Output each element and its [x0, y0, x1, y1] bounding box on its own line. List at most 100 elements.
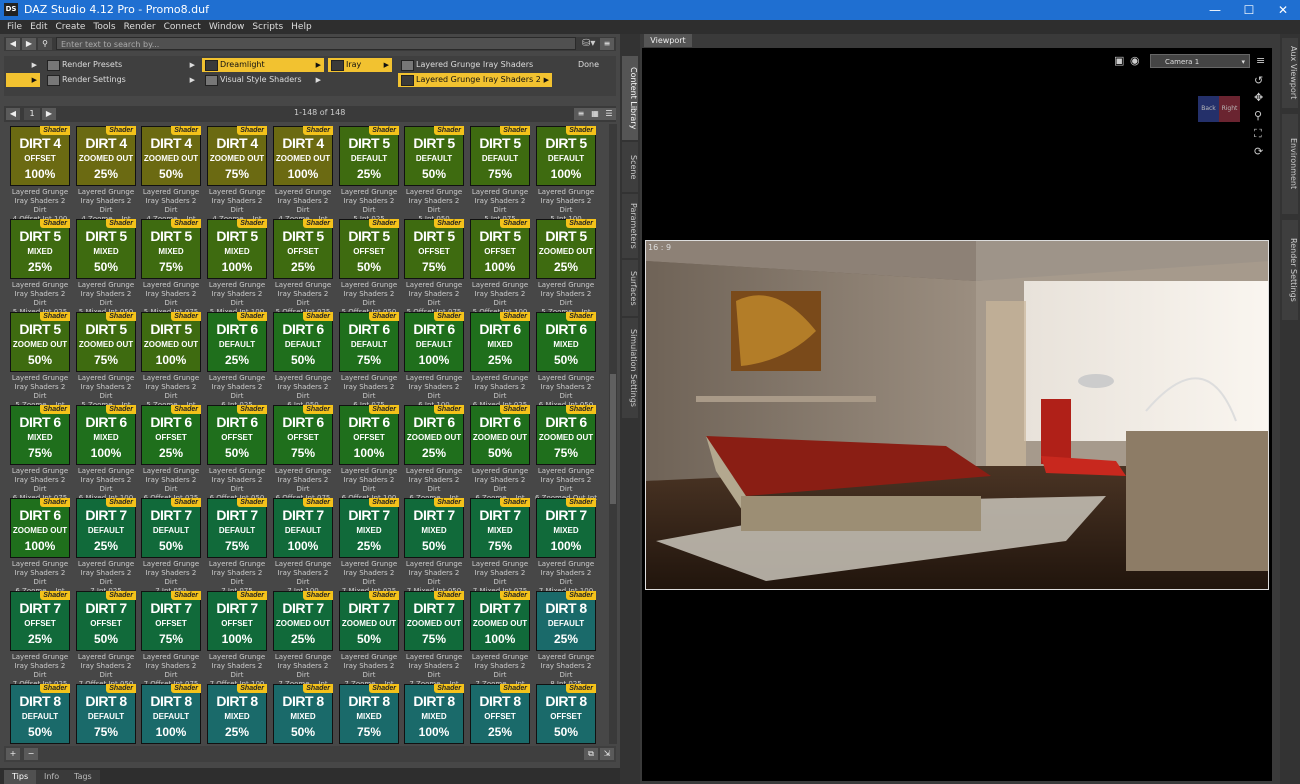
- tab-surfaces[interactable]: Surfaces: [622, 260, 638, 316]
- tab-info[interactable]: Info: [36, 770, 68, 784]
- asset-tile[interactable]: Shader DIRT 6 OFFSET 50% Layered Grunge Iray…: [207, 405, 267, 503]
- asset-tile[interactable]: Shader DIRT 6 DEFAULT 50% Layered Grunge Ira…: [273, 312, 333, 410]
- asset-tile[interactable]: Shader DIRT 5 DEFAULT 75% Layered Grunge Ira…: [470, 126, 530, 224]
- asset-thumbnail[interactable]: Shader DIRT 7 OFFSET 50%: [76, 591, 136, 651]
- asset-tile[interactable]: Shader DIRT 6 MIXED 50% Layered Grunge Iray …: [536, 312, 596, 410]
- asset-tile[interactable]: Shader DIRT 5 ZOOMED OUT 25% Layered Grunge …: [536, 219, 596, 326]
- asset-thumbnail[interactable]: Shader DIRT 6 DEFAULT 25%: [207, 312, 267, 372]
- asset-thumbnail[interactable]: Shader DIRT 8 MIXED 75%: [339, 684, 399, 744]
- asset-thumbnail[interactable]: Shader DIRT 5 MIXED 25%: [10, 219, 70, 279]
- asset-thumbnail[interactable]: Shader DIRT 4 ZOOMED OUT 100%: [273, 126, 333, 186]
- minimize-button[interactable]: —: [1198, 0, 1232, 20]
- asset-thumbnail[interactable]: Shader DIRT 6 ZOOMED OUT 50%: [470, 405, 530, 465]
- asset-tile[interactable]: Shader DIRT 8 OFFSET 50%: [536, 684, 596, 744]
- orbit-icon[interactable]: ↺: [1254, 74, 1263, 87]
- asset-tile[interactable]: Shader DIRT 6 ZOOMED OUT 75% Layered Grunge …: [535, 405, 597, 512]
- asset-tile[interactable]: Shader DIRT 7 MIXED 75% Layered Grunge Iray …: [470, 498, 530, 596]
- asset-thumbnail[interactable]: Shader DIRT 8 DEFAULT 75%: [76, 684, 136, 744]
- asset-tile[interactable]: Shader DIRT 5 OFFSET 75% Layered Grunge Iray…: [404, 219, 464, 317]
- asset-thumbnail[interactable]: Shader DIRT 5 OFFSET 25%: [273, 219, 333, 279]
- menu-window[interactable]: Window: [205, 20, 249, 34]
- asset-thumbnail[interactable]: Shader DIRT 5 ZOOMED OUT 50%: [10, 312, 70, 372]
- asset-tile[interactable]: Shader DIRT 5 OFFSET 25% Layered Grunge Iray…: [273, 219, 333, 317]
- asset-thumbnail[interactable]: Shader DIRT 7 DEFAULT 25%: [76, 498, 136, 558]
- asset-thumbnail[interactable]: Shader DIRT 6 ZOOMED OUT 25%: [404, 405, 464, 465]
- asset-thumbnail[interactable]: Shader DIRT 7 OFFSET 25%: [10, 591, 70, 651]
- asset-thumbnail[interactable]: Shader DIRT 6 OFFSET 25%: [141, 405, 201, 465]
- asset-tile[interactable]: Shader DIRT 7 ZOOMED OUT 75% Layered Grunge …: [404, 591, 464, 698]
- asset-tile[interactable]: Shader DIRT 7 ZOOMED OUT 100% Layered Grunge…: [470, 591, 530, 698]
- asset-tile[interactable]: Shader DIRT 7 OFFSET 75% Layered Grunge Iray…: [141, 591, 201, 689]
- search-input[interactable]: Enter text to search by...: [56, 37, 576, 50]
- asset-thumbnail[interactable]: Shader DIRT 4 ZOOMED OUT 75%: [207, 126, 267, 186]
- tab-simulation-settings[interactable]: Simulation Settings: [622, 318, 638, 418]
- asset-thumbnail[interactable]: Shader DIRT 4 ZOOMED OUT 50%: [141, 126, 201, 186]
- tab-viewport[interactable]: Viewport: [644, 34, 692, 47]
- asset-tile[interactable]: Shader DIRT 5 DEFAULT 25% Layered Grunge Ira…: [339, 126, 399, 224]
- asset-tile[interactable]: Shader DIRT 8 OFFSET 25%: [470, 684, 530, 744]
- asset-tile[interactable]: Shader DIRT 8 DEFAULT 50%: [10, 684, 70, 744]
- asset-thumbnail[interactable]: Shader DIRT 4 ZOOMED OUT 25%: [76, 126, 136, 186]
- asset-tile[interactable]: Shader DIRT 7 DEFAULT 75% Layered Grunge Ira…: [207, 498, 267, 596]
- tab-content-library[interactable]: Content Library: [622, 56, 638, 140]
- asset-thumbnail[interactable]: Shader DIRT 8 MIXED 25%: [207, 684, 267, 744]
- forward-icon[interactable]: ▶: [22, 38, 36, 50]
- crumb-item[interactable]: ▶: [6, 58, 40, 72]
- asset-thumbnail[interactable]: Shader DIRT 8 DEFAULT 50%: [10, 684, 70, 744]
- asset-tile[interactable]: Shader DIRT 4 ZOOMED OUT 50% Layered Grunge …: [141, 126, 201, 233]
- tab-tags[interactable]: Tags: [66, 770, 100, 784]
- frame-icon[interactable]: ⛶: [1254, 127, 1262, 141]
- viewport-menu-icon[interactable]: ≡: [1256, 54, 1265, 67]
- asset-thumbnail[interactable]: Shader DIRT 5 ZOOMED OUT 100%: [141, 312, 201, 372]
- asset-thumbnail[interactable]: Shader DIRT 7 DEFAULT 50%: [141, 498, 201, 558]
- asset-thumbnail[interactable]: Shader DIRT 7 MIXED 25%: [339, 498, 399, 558]
- asset-tile[interactable]: Shader DIRT 7 DEFAULT 50% Layered Grunge Ira…: [141, 498, 201, 596]
- page-number[interactable]: 1: [24, 108, 40, 120]
- scrollbar-thumb[interactable]: [610, 374, 616, 504]
- asset-tile[interactable]: Shader DIRT 4 ZOOMED OUT 75% Layered Grunge …: [207, 126, 267, 233]
- grid-scrollbar[interactable]: [609, 124, 617, 744]
- asset-tile[interactable]: Shader DIRT 6 ZOOMED OUT 25% Layered Grunge …: [404, 405, 464, 512]
- asset-tile[interactable]: Shader DIRT 6 OFFSET 75% Layered Grunge Iray…: [273, 405, 333, 503]
- asset-thumbnail[interactable]: Shader DIRT 7 MIXED 50%: [404, 498, 464, 558]
- asset-tile[interactable]: Shader DIRT 5 DEFAULT 50% Layered Grunge Ira…: [404, 126, 464, 224]
- asset-thumbnail[interactable]: Shader DIRT 5 OFFSET 75%: [404, 219, 464, 279]
- asset-thumbnail[interactable]: Shader DIRT 5 ZOOMED OUT 25%: [536, 219, 596, 279]
- tab-tips[interactable]: Tips: [4, 770, 37, 784]
- asset-thumbnail[interactable]: Shader DIRT 8 OFFSET 25%: [470, 684, 530, 744]
- asset-thumbnail[interactable]: Shader DIRT 8 MIXED 50%: [273, 684, 333, 744]
- asset-thumbnail[interactable]: Shader DIRT 6 MIXED 50%: [536, 312, 596, 372]
- asset-tile[interactable]: Shader DIRT 7 OFFSET 100% Layered Grunge Ira…: [207, 591, 267, 689]
- asset-tile[interactable]: Shader DIRT 7 MIXED 50% Layered Grunge Iray …: [404, 498, 464, 596]
- crumb-item-selected[interactable]: ▶: [6, 73, 40, 87]
- asset-thumbnail[interactable]: Shader DIRT 5 MIXED 100%: [207, 219, 267, 279]
- asset-tile[interactable]: Shader DIRT 8 MIXED 50%: [273, 684, 333, 744]
- asset-tile[interactable]: Shader DIRT 5 MIXED 50% Layered Grunge Iray …: [76, 219, 136, 317]
- asset-tile[interactable]: Shader DIRT 6 DEFAULT 75% Layered Grunge Ira…: [339, 312, 399, 410]
- asset-tile[interactable]: Shader DIRT 6 MIXED 75% Layered Grunge Iray …: [10, 405, 70, 503]
- asset-thumbnail[interactable]: Shader DIRT 7 OFFSET 75%: [141, 591, 201, 651]
- copy-icon[interactable]: ⧉: [584, 748, 598, 760]
- maximize-button[interactable]: ☐: [1232, 0, 1266, 20]
- crumb-layered-grunge-iray-shaders-2[interactable]: Layered Grunge Iray Shaders 2 ▶: [398, 73, 552, 87]
- asset-thumbnail[interactable]: Shader DIRT 7 ZOOMED OUT 100%: [470, 591, 530, 651]
- menu-help[interactable]: Help: [287, 20, 316, 34]
- remove-icon[interactable]: −: [24, 748, 38, 760]
- asset-tile[interactable]: Shader DIRT 4 OFFSET 100% Layered Grunge Ira…: [10, 126, 70, 224]
- database-icon[interactable]: ⛁▾: [582, 38, 600, 50]
- asset-tile[interactable]: Shader DIRT 6 OFFSET 25% Layered Grunge Iray…: [141, 405, 201, 503]
- asset-thumbnail[interactable]: Shader DIRT 6 DEFAULT 50%: [273, 312, 333, 372]
- menu-scripts[interactable]: Scripts: [248, 20, 287, 34]
- asset-thumbnail[interactable]: Shader DIRT 8 DEFAULT 100%: [141, 684, 201, 744]
- tab-aux-viewport[interactable]: Aux Viewport: [1282, 38, 1298, 108]
- asset-thumbnail[interactable]: Shader DIRT 5 DEFAULT 50%: [404, 126, 464, 186]
- asset-tile[interactable]: Shader DIRT 5 ZOOMED OUT 75% Layered Grunge …: [76, 312, 136, 419]
- asset-tile[interactable]: Shader DIRT 4 ZOOMED OUT 100% Layered Grunge…: [273, 126, 333, 233]
- asset-thumbnail[interactable]: Shader DIRT 7 ZOOMED OUT 50%: [339, 591, 399, 651]
- asset-tile[interactable]: Shader DIRT 8 MIXED 25%: [207, 684, 267, 744]
- asset-thumbnail[interactable]: Shader DIRT 6 DEFAULT 100%: [404, 312, 464, 372]
- asset-tile[interactable]: Shader DIRT 5 MIXED 75% Layered Grunge Iray …: [141, 219, 201, 317]
- drawstyle-icon[interactable]: ◉: [1130, 54, 1140, 67]
- asset-tile[interactable]: Shader DIRT 7 DEFAULT 100% Layered Grunge Ir…: [273, 498, 333, 596]
- asset-thumbnail[interactable]: Shader DIRT 7 OFFSET 100%: [207, 591, 267, 651]
